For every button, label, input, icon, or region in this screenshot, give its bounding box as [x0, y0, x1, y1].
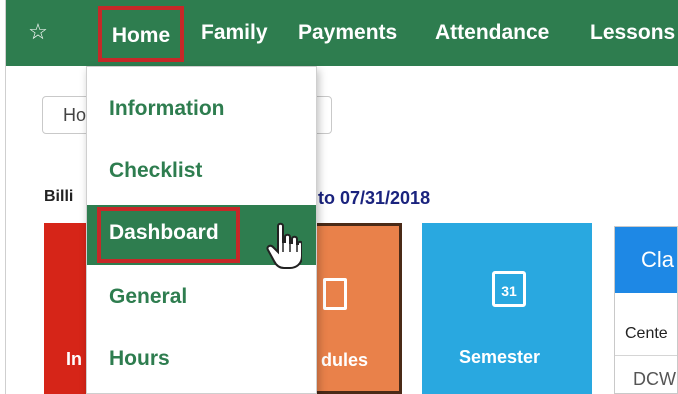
menu-item-hours[interactable]: Hours	[87, 331, 316, 387]
nav-family[interactable]: Family	[201, 0, 268, 66]
tile-schedules-label: dules	[321, 350, 369, 370]
tile-semester[interactable]: 31 Semester	[422, 223, 592, 394]
nav-home[interactable]: Home	[98, 6, 184, 62]
classes-panel: Cla Cente DCW	[614, 226, 678, 394]
tile-red-label: In	[66, 349, 82, 369]
top-navbar: ☆ Home Family Payments Attendance Lesson…	[6, 0, 678, 66]
menu-item-general[interactable]: General	[87, 269, 316, 325]
star-icon[interactable]: ☆	[24, 18, 52, 46]
nav-lessons[interactable]: Lessons	[590, 0, 675, 66]
menu-item-checklist[interactable]: Checklist	[87, 143, 316, 199]
calendar-icon: 31	[492, 271, 526, 307]
nav-attendance[interactable]: Attendance	[435, 0, 549, 66]
panel-row[interactable]: DCW	[633, 369, 676, 390]
panel-header: Cla	[615, 227, 677, 293]
search-input-text: Ho	[63, 105, 87, 125]
nav-payments[interactable]: Payments	[298, 0, 397, 66]
menu-item-information[interactable]: Information	[87, 81, 316, 137]
billing-date-range[interactable]: to 07/31/2018	[318, 188, 430, 209]
billing-label: Billi	[44, 188, 74, 205]
tile-semester-label: Semester	[459, 347, 541, 367]
calendar-grid-icon	[323, 278, 347, 310]
hand-cursor-icon	[266, 222, 302, 269]
panel-column-header: Cente	[625, 325, 668, 342]
panel-divider	[615, 355, 677, 356]
highlight-box	[97, 207, 240, 263]
